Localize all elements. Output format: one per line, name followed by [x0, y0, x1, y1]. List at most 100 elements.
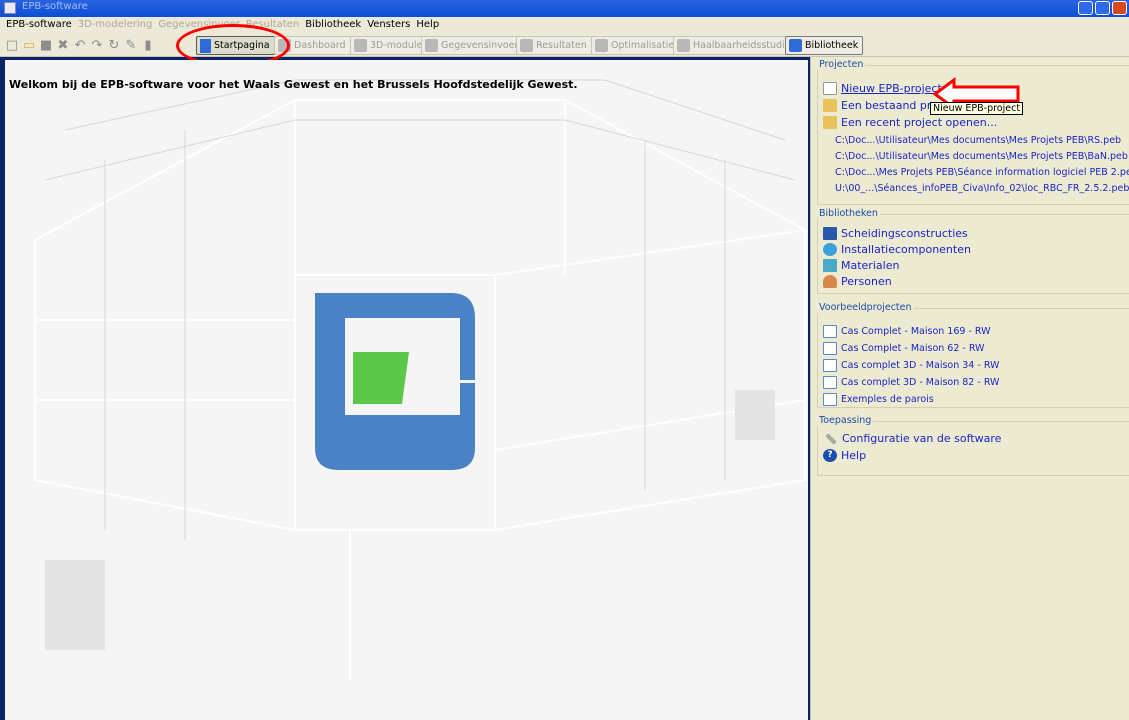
example-project-1[interactable]: Cas Complet - Maison 169 - RW — [823, 325, 991, 338]
new-file-icon — [823, 82, 837, 95]
open-recent-label: Een recent project openen... — [841, 116, 998, 129]
startpagina-button[interactable]: Startpagina — [196, 36, 275, 55]
lib-installatiecomponenten-label: Installatiecomponenten — [841, 243, 971, 256]
logo-green-square — [353, 352, 409, 404]
title-bar: EPB-software — [0, 0, 1129, 17]
haalbaarheidsstudie-label: Haalbaarheidsstudie — [693, 40, 791, 51]
example-project-2-label: Cas Complet - Maison 62 - RW — [841, 343, 985, 354]
example-project-3-label: Cas complet 3D - Maison 34 - RW — [841, 360, 1000, 371]
section-title-projecten: Projecten — [817, 59, 866, 70]
menu-help[interactable]: Help — [414, 17, 443, 33]
book-icon[interactable]: ▮ — [140, 37, 156, 53]
start-page: Welkom bij de EPB-software voor het Waal… — [5, 60, 808, 720]
recent-file-2[interactable]: C:\Doc...\Utilisateur\Mes documents\Mes … — [835, 151, 1128, 162]
lib-installatiecomponenten[interactable]: Installatiecomponenten — [823, 243, 971, 256]
document-icon — [823, 393, 837, 406]
delete-icon[interactable]: ✖ — [55, 37, 71, 53]
toolbar: □ ▭ ■ ✖ ↶ ↷ ↻ ✎ ▮ Startpagina Dashboard … — [0, 33, 1129, 57]
lib-scheidingsconstructies-label: Scheidingsconstructies — [841, 227, 968, 240]
input-icon — [425, 39, 438, 52]
recent-file-1[interactable]: C:\Doc...\Utilisateur\Mes documents\Mes … — [835, 135, 1121, 146]
gegevensinvoer-label: Gegevensinvoer — [441, 40, 519, 51]
close-button[interactable] — [1112, 1, 1127, 15]
help-label: Help — [841, 449, 867, 462]
window-title: EPB-software — [22, 1, 88, 12]
new-project-link[interactable]: Nieuw EPB-project — [823, 82, 942, 95]
example-project-2[interactable]: Cas Complet - Maison 62 - RW — [823, 342, 984, 355]
save-icon[interactable]: ■ — [38, 37, 54, 53]
startpagina-label: Startpagina — [214, 40, 270, 51]
undo-icon[interactable]: ↶ — [72, 37, 88, 53]
lib-scheidingsconstructies[interactable]: Scheidingsconstructies — [823, 227, 968, 240]
refresh-icon[interactable]: ↻ — [106, 37, 122, 53]
document-icon — [823, 342, 837, 355]
person-icon — [823, 275, 837, 288]
bar-chart-icon — [520, 39, 533, 52]
background-building-drawing — [34, 79, 806, 680]
bibliotheek-label: Bibliotheek — [805, 40, 859, 51]
resultaten-button[interactable]: Resultaten — [516, 36, 592, 55]
haalbaarheidsstudie-button[interactable]: Haalbaarheidsstudie — [673, 36, 796, 55]
help-link[interactable]: ? Help — [823, 449, 866, 462]
menu-bibliotheek[interactable]: Bibliotheek — [303, 17, 365, 33]
pen-icon[interactable]: ✎ — [123, 37, 139, 53]
example-project-5[interactable]: Exemples de parois — [823, 393, 934, 406]
configuratie-link[interactable]: Configuratie van de software — [823, 432, 1001, 445]
configuratie-label: Configuratie van de software — [842, 432, 1002, 445]
menu-resultaten[interactable]: Resultaten — [244, 17, 303, 33]
minimize-button[interactable] — [1078, 1, 1093, 15]
maximize-button[interactable] — [1095, 1, 1110, 15]
open-existing-label: Een bestaand pro — [841, 99, 938, 112]
gear-icon — [677, 39, 690, 52]
optimalisatie-label: Optimalisatie — [611, 40, 675, 51]
app-icon — [4, 2, 16, 14]
open-recent-link[interactable]: Een recent project openen... — [823, 116, 997, 129]
library-icon — [789, 39, 802, 52]
menu-vensters[interactable]: Vensters — [365, 17, 414, 33]
resultaten-label: Resultaten — [536, 40, 587, 51]
example-project-3[interactable]: Cas complet 3D - Maison 34 - RW — [823, 359, 999, 372]
open-folder-icon[interactable]: ▭ — [21, 37, 37, 53]
lib-materialen[interactable]: Materialen — [823, 259, 899, 272]
dashboard-button[interactable]: Dashboard — [274, 36, 351, 55]
optimalisatie-button[interactable]: Optimalisatie — [591, 36, 680, 55]
gegevensinvoer-button[interactable]: Gegevensinvoer — [421, 36, 524, 55]
example-project-1-label: Cas Complet - Maison 169 - RW — [841, 326, 991, 337]
lib-personen-label: Personen — [841, 275, 892, 288]
new-file-icon[interactable]: □ — [4, 37, 20, 53]
installation-icon — [823, 243, 837, 256]
new-project-label: Nieuw EPB-project — [841, 82, 942, 95]
redo-icon[interactable]: ↷ — [89, 37, 105, 53]
menu-bar: EPB-software 3D-modelering Gegevensinvoe… — [0, 17, 1129, 33]
bibliotheek-button[interactable]: Bibliotheek — [785, 36, 864, 55]
section-title-voorbeeldprojecten: Voorbeeldprojecten — [817, 302, 914, 313]
example-project-5-label: Exemples de parois — [841, 394, 934, 405]
menu-epb-software[interactable]: EPB-software — [4, 17, 76, 33]
cube-icon — [354, 39, 367, 52]
material-icon — [823, 259, 837, 272]
play-icon — [200, 38, 211, 53]
example-project-4[interactable]: Cas complet 3D - Maison 82 - RW — [823, 376, 999, 389]
document-icon — [823, 325, 837, 338]
menu-3d-modelering[interactable]: 3D-modelering — [76, 17, 157, 33]
wrench-icon — [825, 432, 837, 445]
tooltip: Nieuw EPB-project — [930, 102, 1024, 115]
recent-file-4[interactable]: U:\00_...\Séances_infoPEB_Civa\Info_02\l… — [835, 183, 1129, 194]
menu-gegevensinvoer[interactable]: Gegevensinvoer — [156, 17, 243, 33]
dashboard-label: Dashboard — [294, 40, 346, 51]
welcome-text: Welkom bij de EPB-software voor het Waal… — [9, 78, 578, 91]
curve-icon — [595, 39, 608, 52]
wall-icon — [823, 227, 837, 240]
3d-module-button[interactable]: 3D-module — [350, 36, 428, 55]
lib-personen[interactable]: Personen — [823, 275, 892, 288]
document-icon — [823, 376, 837, 389]
3d-module-label: 3D-module — [370, 40, 423, 51]
open-existing-link[interactable]: Een bestaand pro — [823, 99, 938, 112]
recent-file-3[interactable]: C:\Doc...\Mes Projets PEB\Séance informa… — [835, 167, 1129, 178]
folder-icon — [823, 99, 837, 112]
dashboard-icon — [278, 39, 291, 52]
lib-materialen-label: Materialen — [841, 259, 900, 272]
section-title-toepassing: Toepassing — [817, 415, 874, 426]
document-icon — [823, 359, 837, 372]
example-project-4-label: Cas complet 3D - Maison 82 - RW — [841, 377, 1000, 388]
